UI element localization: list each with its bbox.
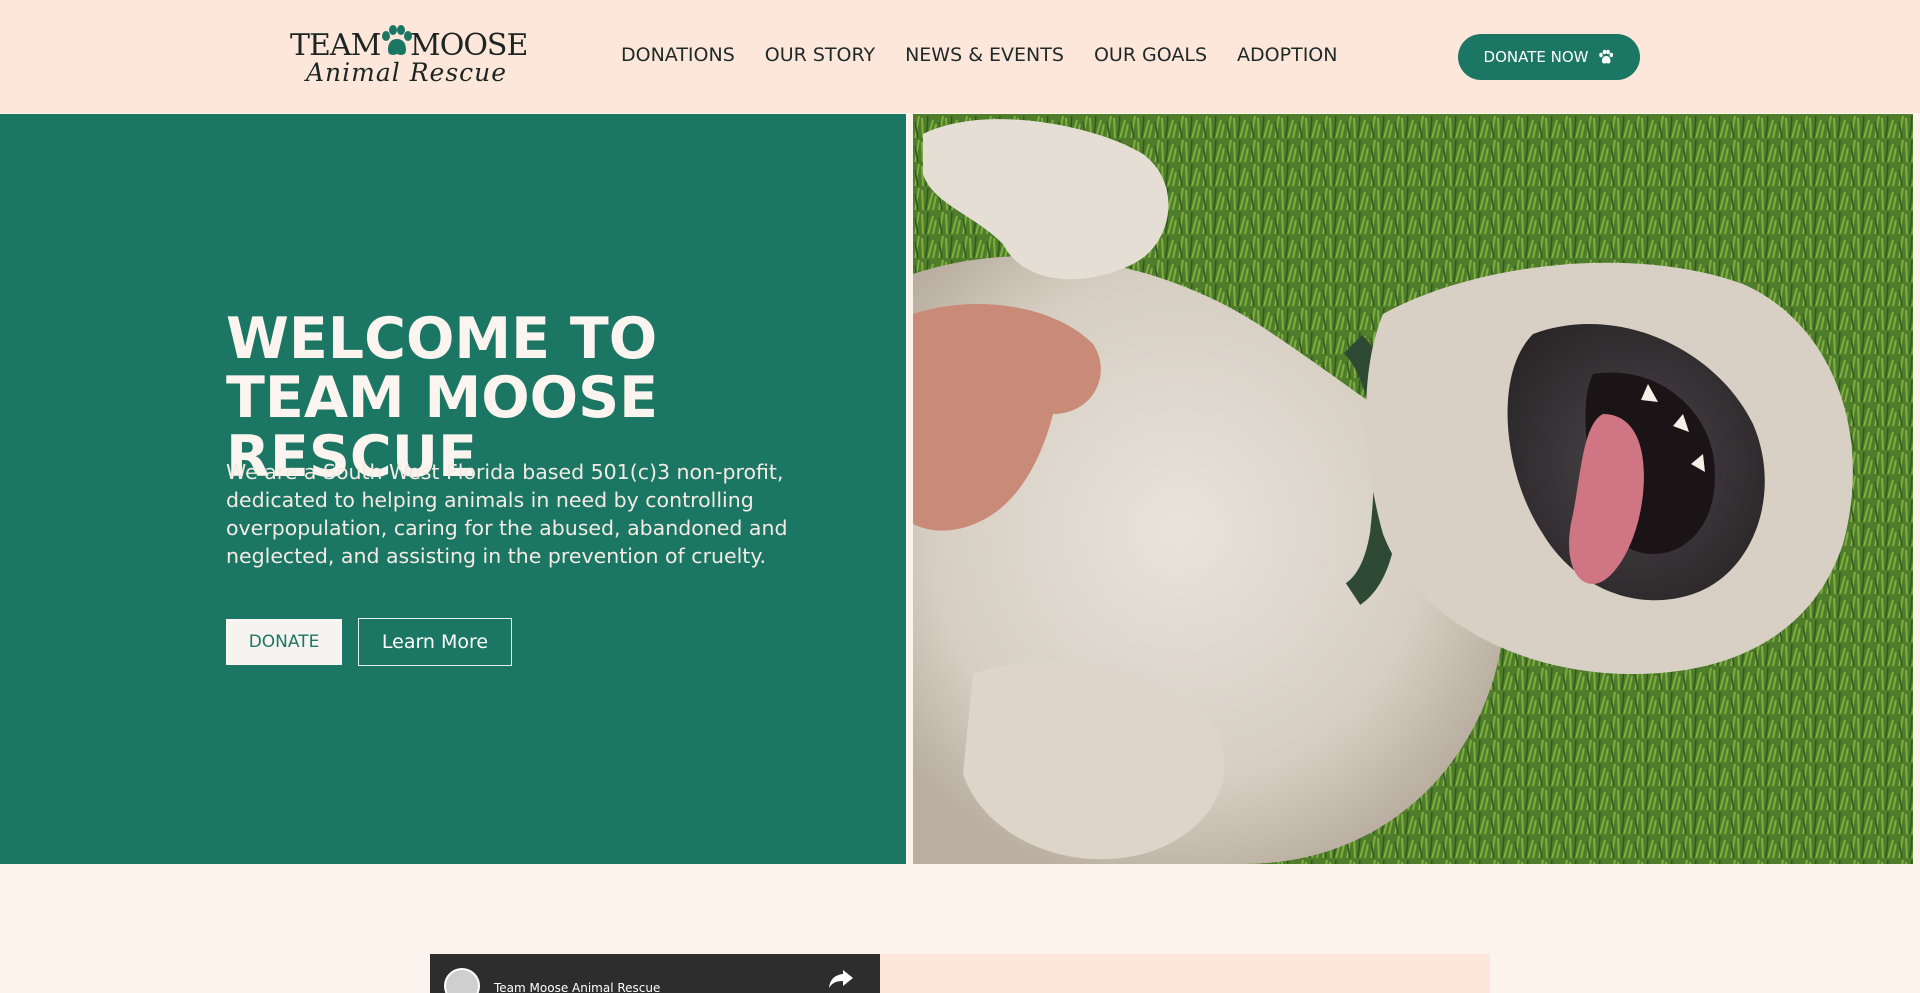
share-icon[interactable] — [828, 968, 854, 990]
donate-now-label: DONATE NOW — [1483, 48, 1589, 66]
logo[interactable]: TEAM MOOSE Animal Rescue — [290, 24, 532, 88]
nav-item-adoption[interactable]: ADOPTION — [1237, 44, 1337, 66]
paw-icon — [382, 25, 412, 55]
donate-button[interactable]: DONATE — [226, 619, 342, 665]
nav-item-our-story[interactable]: OUR STORY — [765, 44, 875, 66]
donate-now-button[interactable]: DONATE NOW — [1458, 34, 1640, 80]
nav-item-news-events[interactable]: NEWS & EVENTS — [905, 44, 1064, 66]
site-header: TEAM MOOSE Animal Rescue DONATIONS OUR S… — [0, 0, 1920, 113]
hero-dog-photo — [913, 114, 1913, 864]
main-nav: DONATIONS OUR STORY NEWS & EVENTS OUR GO… — [621, 44, 1337, 66]
avatar — [444, 968, 480, 993]
video-embed[interactable]: Team Moose Animal Rescue — [430, 954, 880, 993]
logo-line2: Animal Rescue — [306, 58, 508, 87]
nav-item-our-goals[interactable]: OUR GOALS — [1094, 44, 1207, 66]
nav-item-donations[interactable]: DONATIONS — [621, 44, 735, 66]
hero-section: WELCOME TO TEAM MOOSE RESCUE We are a So… — [0, 114, 906, 864]
learn-more-button[interactable]: Learn More — [358, 618, 512, 666]
hero-description: We are a South West Florida based 501(c)… — [226, 460, 788, 568]
info-panel — [880, 954, 1490, 993]
paw-icon — [1599, 49, 1614, 64]
video-title[interactable]: Team Moose Animal Rescue — [494, 981, 660, 993]
